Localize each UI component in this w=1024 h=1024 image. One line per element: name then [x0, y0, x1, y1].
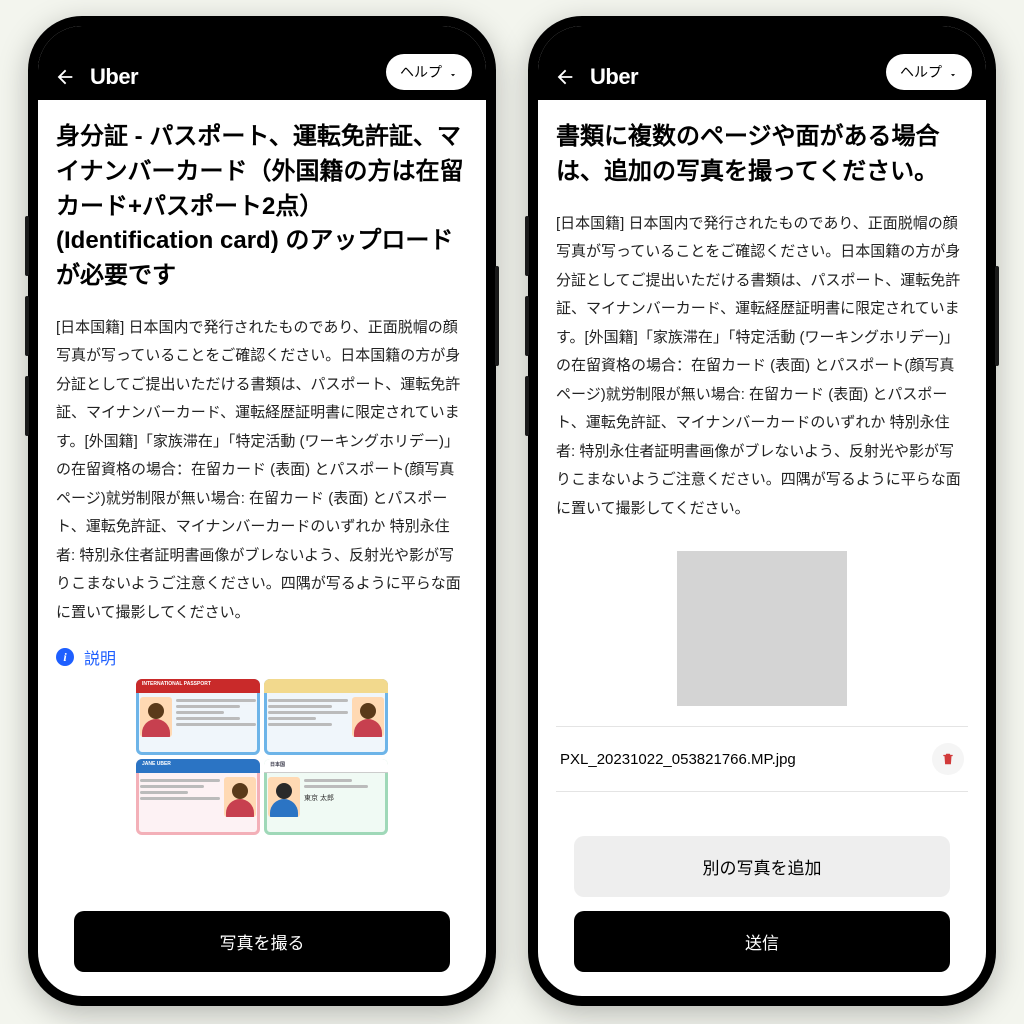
bottom-bar: 別の写真を追加 送信: [556, 822, 968, 996]
back-button[interactable]: [552, 64, 578, 90]
help-label: ヘルプ: [400, 62, 442, 82]
upload-preview: [677, 551, 847, 706]
sample-passport: INTERNATIONAL PASSPORT: [136, 679, 260, 755]
sample-photo: [352, 697, 384, 737]
help-button[interactable]: ヘルプ: [886, 54, 972, 90]
screen-right: Uber ヘルプ 書類に複数のページや面がある場合は、追加の写真を撮ってください…: [538, 26, 986, 996]
add-photo-button[interactable]: 別の写真を追加: [574, 836, 950, 897]
sample-jp-header: 日本国: [264, 759, 388, 773]
screen-left: Uber ヘルプ 身分証 - パスポート、運転免許証、マイナンバーカード（外国籍…: [38, 26, 486, 996]
sample-jp-name: 東京 太郎: [304, 793, 384, 803]
chevron-down-icon: [948, 67, 958, 77]
phone-frame-right: Uber ヘルプ 書類に複数のページや面がある場合は、追加の写真を撮ってください…: [528, 16, 996, 1006]
sample-photo: [268, 777, 300, 817]
file-row: PXL_20231022_053821766.MP.jpg: [556, 726, 968, 792]
help-label: ヘルプ: [900, 62, 942, 82]
page-title: 身分証 - パスポート、運転免許証、マイナンバーカード（外国籍の方は在留カード+…: [56, 120, 468, 294]
instruction-text: [日本国籍] 日本国内で発行されたものであり、正面脱帽の顔写真が写っていることを…: [56, 314, 468, 628]
file-name: PXL_20231022_053821766.MP.jpg: [560, 751, 796, 768]
sample-id-grid: INTERNATIONAL PASSPORT JANE UBER: [132, 675, 392, 839]
back-button[interactable]: [52, 64, 78, 90]
sample-license-name: JANE UBER: [136, 759, 260, 773]
sample-license-jp: [264, 679, 388, 755]
sample-passport-header: INTERNATIONAL PASSPORT: [136, 679, 260, 693]
page-title: 書類に複数のページや面がある場合は、追加の写真を撮ってください。: [556, 120, 968, 190]
notch: [202, 40, 322, 70]
instruction-text: [日本国籍] 日本国内で発行されたものであり、正面脱帽の顔写真が写っていることを…: [556, 210, 968, 524]
phone-frame-left: Uber ヘルプ 身分証 - パスポート、運転免許証、マイナンバーカード（外国籍…: [28, 16, 496, 1006]
sample-photo: [224, 777, 256, 817]
help-button[interactable]: ヘルプ: [386, 54, 472, 90]
info-icon: i: [56, 648, 74, 666]
trash-icon: [941, 752, 955, 766]
info-label: 説明: [84, 645, 116, 669]
chevron-down-icon: [448, 67, 458, 77]
content-area: 書類に複数のページや面がある場合は、追加の写真を撮ってください。 [日本国籍] …: [538, 100, 986, 996]
sample-photo: [140, 697, 172, 737]
take-photo-button[interactable]: 写真を撮る: [74, 911, 450, 972]
sample-license-en: JANE UBER: [136, 759, 260, 835]
delete-file-button[interactable]: [932, 743, 964, 775]
notch: [702, 40, 822, 70]
content-area: 身分証 - パスポート、運転免許証、マイナンバーカード（外国籍の方は在留カード+…: [38, 100, 486, 996]
bottom-bar: 写真を撮る: [56, 897, 468, 996]
submit-button[interactable]: 送信: [574, 911, 950, 972]
sample-jp-passport: 日本国 東京 太郎: [264, 759, 388, 835]
info-link[interactable]: i 説明: [56, 645, 468, 669]
